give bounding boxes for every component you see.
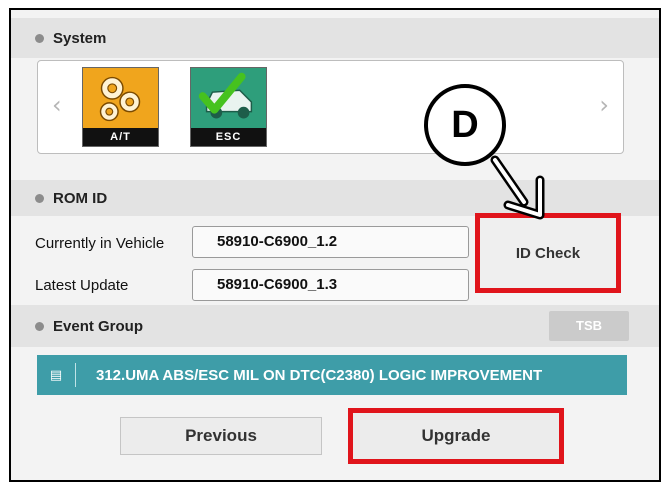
callout-badge: D xyxy=(424,84,506,166)
callout-arrow-icon xyxy=(490,155,545,220)
